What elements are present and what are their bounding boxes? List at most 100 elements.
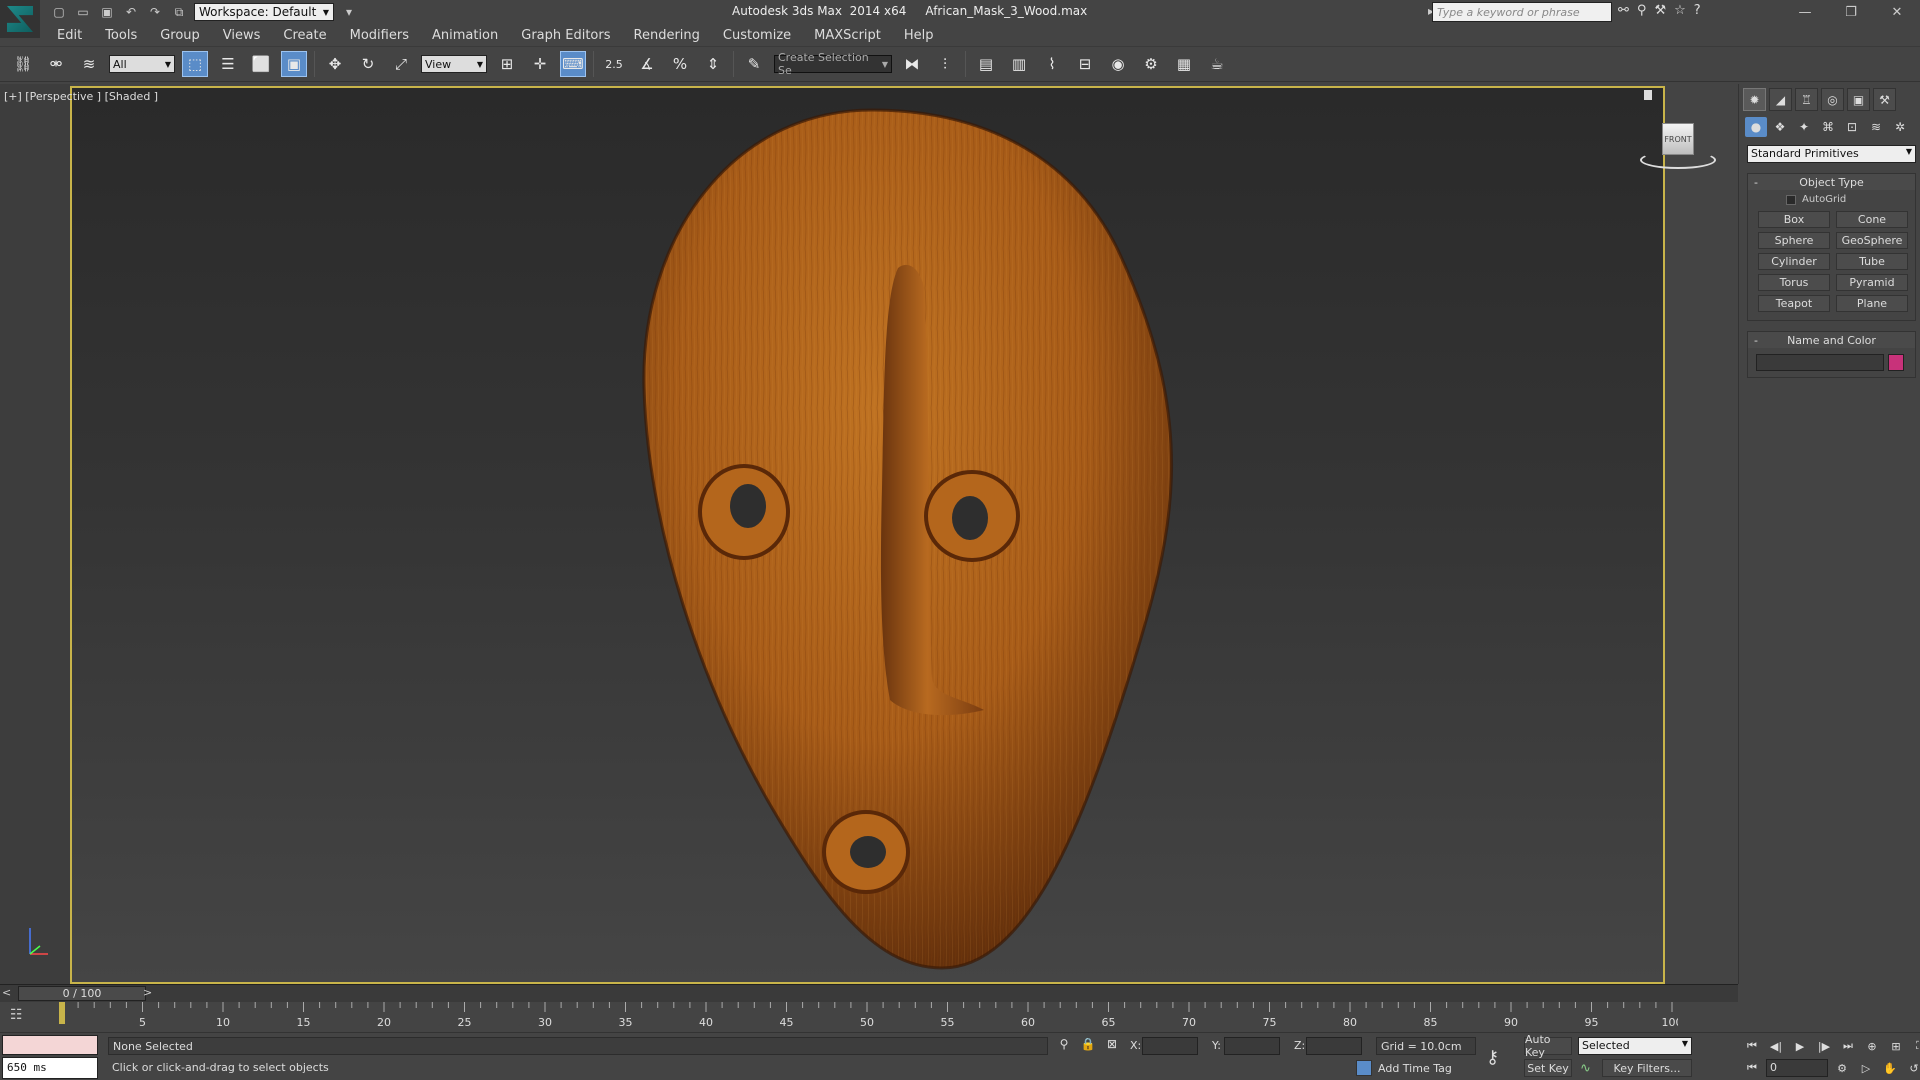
field-of-view-icon[interactable]: ▷ bbox=[1856, 1059, 1876, 1077]
star-icon[interactable]: ☆ bbox=[1674, 3, 1686, 18]
cameras-icon[interactable]: ⌘ bbox=[1817, 117, 1839, 137]
lights-icon[interactable]: ✦ bbox=[1793, 117, 1815, 137]
menu-views[interactable]: Views bbox=[223, 28, 261, 43]
isolate-icon[interactable]: ⚲ bbox=[1056, 1037, 1072, 1053]
undo-icon[interactable]: ↶ bbox=[122, 3, 140, 21]
teapot-button[interactable]: Teapot bbox=[1758, 295, 1830, 312]
restore-icon[interactable]: ❐ bbox=[1828, 0, 1874, 24]
hierarchy-tab-icon[interactable]: ♖ bbox=[1795, 88, 1818, 111]
tube-button[interactable]: Tube bbox=[1836, 253, 1908, 270]
menu-tools[interactable]: Tools bbox=[105, 28, 137, 43]
menu-maxscript[interactable]: MAXScript bbox=[814, 28, 881, 43]
select-manipulate-icon[interactable]: ✛ bbox=[527, 51, 553, 77]
play-icon[interactable]: ▶ bbox=[1790, 1037, 1810, 1055]
menu-rendering[interactable]: Rendering bbox=[634, 28, 700, 43]
key-search-icon[interactable]: ⚲ bbox=[1637, 3, 1647, 18]
modify-tab-icon[interactable]: ◢ bbox=[1769, 88, 1792, 111]
menu-help[interactable]: Help bbox=[904, 28, 934, 43]
pan-icon[interactable]: ✋ bbox=[1880, 1059, 1900, 1077]
go-to-start-icon[interactable]: ⏮ bbox=[1742, 1037, 1762, 1055]
connect-icon[interactable]: ⚒ bbox=[1654, 3, 1666, 18]
current-frame-marker[interactable] bbox=[59, 1002, 65, 1024]
viewport-label[interactable]: [+] [Perspective ] [Shaded ] bbox=[4, 90, 158, 103]
object-name-field[interactable] bbox=[1756, 354, 1884, 371]
menu-animation[interactable]: Animation bbox=[432, 28, 498, 43]
named-selection-set-select[interactable]: Create Selection Se ▼ bbox=[774, 51, 892, 77]
chevron-down-icon[interactable]: ▾ bbox=[340, 3, 358, 21]
systems-icon[interactable]: ✲ bbox=[1889, 117, 1911, 137]
orbit-icon[interactable]: ↺ bbox=[1904, 1059, 1920, 1077]
selection-lock-icon[interactable]: 🔒 bbox=[1080, 1037, 1096, 1053]
x-coordinate-field[interactable] bbox=[1142, 1037, 1198, 1055]
menu-modifiers[interactable]: Modifiers bbox=[350, 28, 409, 43]
hold-icon[interactable]: ⧉ bbox=[170, 3, 188, 21]
scale-icon[interactable]: ⤢ bbox=[388, 51, 414, 77]
keyboard-shortcut-override-icon[interactable]: ⌨ bbox=[560, 51, 586, 77]
object-color-swatch[interactable] bbox=[1888, 354, 1904, 371]
mirror-icon[interactable]: ⧓ bbox=[899, 51, 925, 77]
auto-key-button[interactable]: Auto Key bbox=[1524, 1033, 1572, 1059]
workspace-select[interactable]: Workspace: Default ▼ bbox=[194, 3, 334, 21]
zoom-extents-icon[interactable]: ⊕ bbox=[1862, 1037, 1882, 1055]
rotate-icon[interactable]: ↻ bbox=[355, 51, 381, 77]
geosphere-button[interactable]: GeoSphere bbox=[1836, 232, 1908, 249]
link-icon[interactable]: ⛓ bbox=[10, 51, 36, 77]
key-mode-toggle-icon[interactable]: ⏮ bbox=[1742, 1059, 1762, 1077]
render-production-icon[interactable]: ☕ bbox=[1204, 51, 1230, 77]
render-setup-icon[interactable]: ⚙ bbox=[1138, 51, 1164, 77]
layer-manager-icon[interactable]: ▤ bbox=[973, 51, 999, 77]
shapes-icon[interactable]: ❖ bbox=[1769, 117, 1791, 137]
previous-frame-arrow-icon[interactable]: < bbox=[2, 986, 16, 1000]
primitive-type-select[interactable]: Standard Primitives ▼ bbox=[1747, 145, 1916, 163]
menu-create[interactable]: Create bbox=[283, 28, 326, 43]
absolute-mode-icon[interactable]: ⊠ bbox=[1104, 1037, 1120, 1053]
autogrid-checkbox[interactable] bbox=[1786, 194, 1796, 205]
box-button[interactable]: Box bbox=[1758, 211, 1830, 228]
snaps-toggle-icon[interactable]: 2.5 bbox=[601, 51, 627, 77]
frame-ruler[interactable]: 5 10 15 20 25 30 35 40 45 50 55 60 65 70 75 80 85 90 95 100 bbox=[56, 1002, 1683, 1032]
set-key-button[interactable]: Set Key bbox=[1524, 1059, 1572, 1077]
name-color-rollout-header[interactable]: - Name and Color bbox=[1748, 332, 1915, 348]
next-frame-arrow-icon[interactable]: > bbox=[143, 986, 157, 1000]
viewcube[interactable]: FRONT bbox=[1640, 123, 1716, 173]
select-by-name-icon[interactable]: ☰ bbox=[215, 51, 241, 77]
new-file-icon[interactable]: ▢ bbox=[50, 3, 68, 21]
percent-snap-icon[interactable]: % bbox=[667, 51, 693, 77]
maxscript-listener-input[interactable] bbox=[2, 1035, 98, 1055]
angle-snap-icon[interactable]: ∡ bbox=[634, 51, 660, 77]
window-crossing-icon[interactable]: ▣ bbox=[281, 51, 307, 77]
curve-editor-icon[interactable]: ⌇ bbox=[1039, 51, 1065, 77]
rendered-frame-window-icon[interactable]: ▦ bbox=[1171, 51, 1197, 77]
menu-edit[interactable]: Edit bbox=[57, 28, 82, 43]
sphere-button[interactable]: Sphere bbox=[1758, 232, 1830, 249]
next-frame-icon[interactable]: |▶ bbox=[1814, 1037, 1834, 1055]
material-editor-icon[interactable]: ◉ bbox=[1105, 51, 1131, 77]
help-icon[interactable]: ? bbox=[1694, 3, 1701, 18]
align-icon[interactable]: ⫶ bbox=[932, 51, 958, 77]
perspective-viewport[interactable] bbox=[70, 86, 1665, 984]
binoculars-icon[interactable]: ⚯ bbox=[1618, 3, 1629, 18]
schematic-view-icon[interactable]: ⊟ bbox=[1072, 51, 1098, 77]
object-type-rollout-header[interactable]: - Object Type bbox=[1748, 174, 1915, 190]
maxscript-output[interactable]: 650 ms bbox=[2, 1057, 98, 1079]
key-tangent-icon[interactable]: ∿ bbox=[1580, 1061, 1591, 1076]
key-icon[interactable]: ⚷ bbox=[1486, 1047, 1499, 1068]
key-mode-select[interactable]: Selected ▼ bbox=[1578, 1037, 1692, 1055]
plane-button[interactable]: Plane bbox=[1836, 295, 1908, 312]
geometry-icon[interactable]: ● bbox=[1745, 117, 1767, 137]
mask-model[interactable] bbox=[72, 88, 1665, 984]
graphite-ribbon-icon[interactable]: ▥ bbox=[1006, 51, 1032, 77]
move-icon[interactable]: ✥ bbox=[322, 51, 348, 77]
minimize-icon[interactable]: — bbox=[1782, 0, 1828, 24]
close-icon[interactable]: ✕ bbox=[1874, 0, 1920, 24]
torus-button[interactable]: Torus bbox=[1758, 274, 1830, 291]
cone-button[interactable]: Cone bbox=[1836, 211, 1908, 228]
rectangular-selection-icon[interactable]: ⬜ bbox=[248, 51, 274, 77]
create-tab-icon[interactable]: ✹ bbox=[1743, 88, 1766, 111]
add-time-tag[interactable]: Add Time Tag bbox=[1356, 1059, 1452, 1077]
utilities-tab-icon[interactable]: ⚒ bbox=[1873, 88, 1896, 111]
previous-frame-icon[interactable]: ◀| bbox=[1766, 1037, 1786, 1055]
menu-graph-editors[interactable]: Graph Editors bbox=[521, 28, 610, 43]
time-slider-thumb[interactable]: 0 / 100 bbox=[18, 986, 146, 1001]
z-coordinate-field[interactable] bbox=[1306, 1037, 1362, 1055]
